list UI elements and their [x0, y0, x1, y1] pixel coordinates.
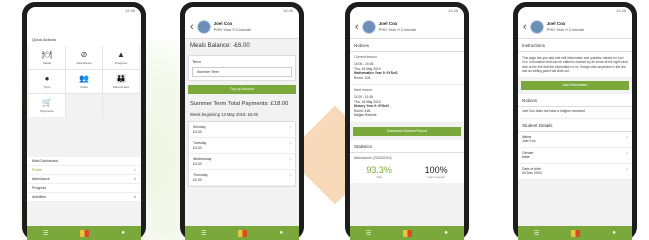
menu-item-dashboard[interactable]: Main Dashboard	[27, 157, 141, 166]
top-up-button[interactable]: Top up Account	[188, 85, 296, 94]
list-item[interactable]: Monday £3.00	[189, 122, 295, 138]
phone-timetable: 12:45 ‹ Joel Cox PHD Year 9 Coincide Noti…	[345, 2, 469, 240]
notices-heading: Notices	[350, 39, 464, 52]
user-icon[interactable]: ●	[279, 230, 283, 236]
add-information-button[interactable]: Add Information	[521, 81, 629, 91]
field-gender[interactable]: Gender Male	[518, 147, 632, 164]
statistics-heading: Statistics	[350, 139, 464, 153]
user-icon[interactable]: ●	[121, 230, 125, 236]
stat-year-value: 93.3%	[366, 164, 392, 175]
bottom-nav: ☰ ●	[27, 226, 141, 240]
avatar	[529, 19, 544, 34]
school-logo-icon[interactable]	[238, 229, 248, 237]
parent-icon: 👪	[116, 74, 126, 83]
term-total: Summer Term Total Payments: £18.00	[190, 101, 289, 107]
day-list: Monday£3.00 Tuesday£3.00 Wednesday£3.00 …	[188, 121, 296, 187]
instructions-text: This page lets you add and edit informat…	[518, 52, 632, 78]
bottom-nav: ☰ ●	[185, 226, 299, 240]
avatar	[361, 19, 376, 34]
avatar	[196, 19, 211, 34]
menu-icon[interactable]: ☰	[366, 230, 371, 237]
bottom-nav: ☰ ●	[518, 226, 632, 240]
instructions-heading: Instructions	[518, 39, 632, 52]
profile-header: ‹ Joel Cox PHD Year 9 Coincide	[350, 15, 464, 39]
user-icon[interactable]: ●	[612, 230, 616, 236]
quick-action-trips[interactable]: ● Trips	[29, 70, 65, 93]
notices-heading: Notices	[518, 94, 632, 108]
status-bar: 12:45	[27, 7, 141, 15]
quick-action-attendance[interactable]: ⊘ Attendance	[66, 46, 102, 69]
meals-balance: Meals Balance: -£6.00	[190, 43, 250, 49]
next-lesson: 11:00 - 11:45 Thu, 16 May 2019 History Ye…	[350, 93, 464, 123]
quick-action-meals[interactable]: 🍽 Meals	[29, 46, 65, 69]
quick-action-parents-eve[interactable]: 👪 Parents Eve	[103, 70, 139, 93]
current-lesson-label: Current lesson	[350, 52, 464, 60]
attendance-icon: ⊘	[80, 50, 88, 59]
bottom-nav: ☰ ●	[350, 226, 464, 240]
field-name[interactable]: Name Joel Cox	[518, 131, 632, 148]
user-icon[interactable]: ●	[444, 230, 448, 236]
menu-item-progress[interactable]: Progress	[27, 184, 141, 193]
lunch-icon: 🍽	[41, 50, 53, 59]
back-icon[interactable]: ‹	[190, 21, 194, 33]
student-subtitle: PHD Year 9 Coincide	[213, 27, 252, 32]
quick-actions-grid: 🍽 Meals ⊘ Attendance ▲ Progress ● Trips 👥 Clu…	[29, 46, 139, 117]
list-item[interactable]: Tuesday £3.00	[189, 138, 295, 154]
quick-action-progress[interactable]: ▲ Progress	[103, 46, 139, 69]
term-card: Term Summer Term	[188, 55, 296, 81]
student-details-heading: Student Details	[518, 118, 632, 132]
phone-quick-actions: 12:45 Quick Actions 🍽 Meals ⊘ Attendance ▲…	[22, 2, 146, 240]
location-icon: ●	[44, 74, 50, 83]
list-item[interactable]: Thursday £0.00	[189, 170, 295, 186]
current-lesson: 10:00 - 10:45 Thu, 16 May 2019 Mathematic…	[350, 60, 464, 85]
stats-row: 93.3% Year 100% Last 4 weeks	[350, 160, 464, 183]
list-item[interactable]: Wednesday £3.00	[189, 154, 295, 170]
back-icon[interactable]: ‹	[523, 21, 527, 33]
profile-header: ‹ Joel Cox PHD Year 9 Coincide	[185, 15, 299, 39]
week-heading: Week beginning 13 May 2019: £6.00	[190, 112, 259, 117]
phone-meals: 12:45 ‹ Joel Cox PHD Year 9 Coincide Meal…	[180, 2, 304, 240]
menu-icon[interactable]: ☰	[201, 230, 206, 237]
notice-text: Joel Cox does not have a religion record…	[518, 107, 632, 119]
menu-item-attendance[interactable]: Attendance >	[27, 175, 141, 184]
next-lesson-label: Next lesson	[350, 85, 464, 93]
quick-actions-title: Quick Actions	[27, 33, 141, 46]
phone-details: 12:45 ‹ Joel Cox PHD Year 9 Coincide Inst…	[513, 2, 637, 240]
school-logo-icon[interactable]	[571, 229, 581, 237]
quick-action-payments[interactable]: 🛒 Payments	[29, 94, 65, 117]
field-dob[interactable]: Date of birth 09 Dec 2004	[518, 163, 632, 180]
progress-icon: ▲	[117, 50, 125, 59]
download-report-button[interactable]: Download Student Report	[353, 126, 461, 136]
profile-header: ‹ Joel Cox PHD Year 9 Coincide	[518, 15, 632, 39]
menu-item-profile[interactable]: Profile >	[27, 166, 141, 175]
school-logo-icon[interactable]	[80, 229, 90, 237]
term-select[interactable]: Summer Term	[192, 67, 292, 77]
school-logo-icon[interactable]	[403, 229, 413, 237]
quick-action-clubs[interactable]: 👥 Clubs	[66, 70, 102, 93]
side-menu: Main Dashboard Profile > Attendance > Prog…	[27, 157, 141, 202]
menu-icon[interactable]: ☰	[534, 230, 539, 237]
menu-icon[interactable]: ☰	[43, 230, 48, 237]
people-icon: 👥	[79, 74, 89, 83]
stat-weeks-value: 100%	[424, 164, 448, 175]
attendance-label: Attendance (2018/2019)	[350, 152, 464, 161]
cart-icon: 🛒	[42, 98, 52, 107]
back-icon[interactable]: ‹	[355, 21, 359, 33]
menu-item-activities[interactable]: Activities v	[27, 193, 141, 202]
